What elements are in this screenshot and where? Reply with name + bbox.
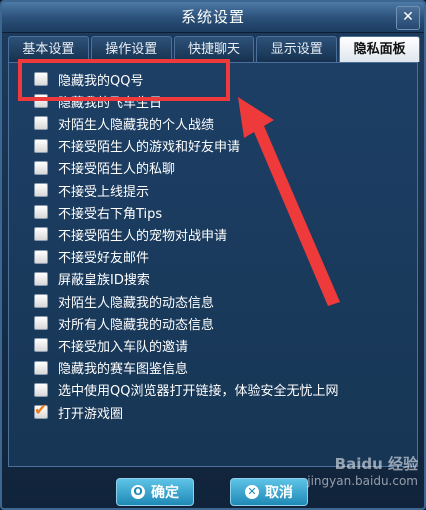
watermark-brand: Baidu 经验 bbox=[334, 455, 418, 473]
watermark-url: jingyan.baidu.com bbox=[307, 474, 418, 488]
watermark: Baidu 经验 jingyan.baidu.com bbox=[307, 453, 418, 488]
cancel-button-label: 取消 bbox=[265, 485, 293, 501]
ok-button[interactable]: O 确定 bbox=[116, 478, 194, 506]
cancel-icon: ✕ bbox=[245, 485, 259, 499]
ok-button-label: 确定 bbox=[151, 485, 179, 501]
confirm-icon: O bbox=[131, 485, 145, 499]
settings-window: 系统设置 ✕ 基本设置 操作设置 快捷聊天 显示设置 隐私面板 隐藏我的QQ号隐… bbox=[0, 0, 426, 510]
cancel-button[interactable]: ✕ 取消 bbox=[230, 478, 308, 506]
annotation-arrow bbox=[238, 97, 340, 306]
